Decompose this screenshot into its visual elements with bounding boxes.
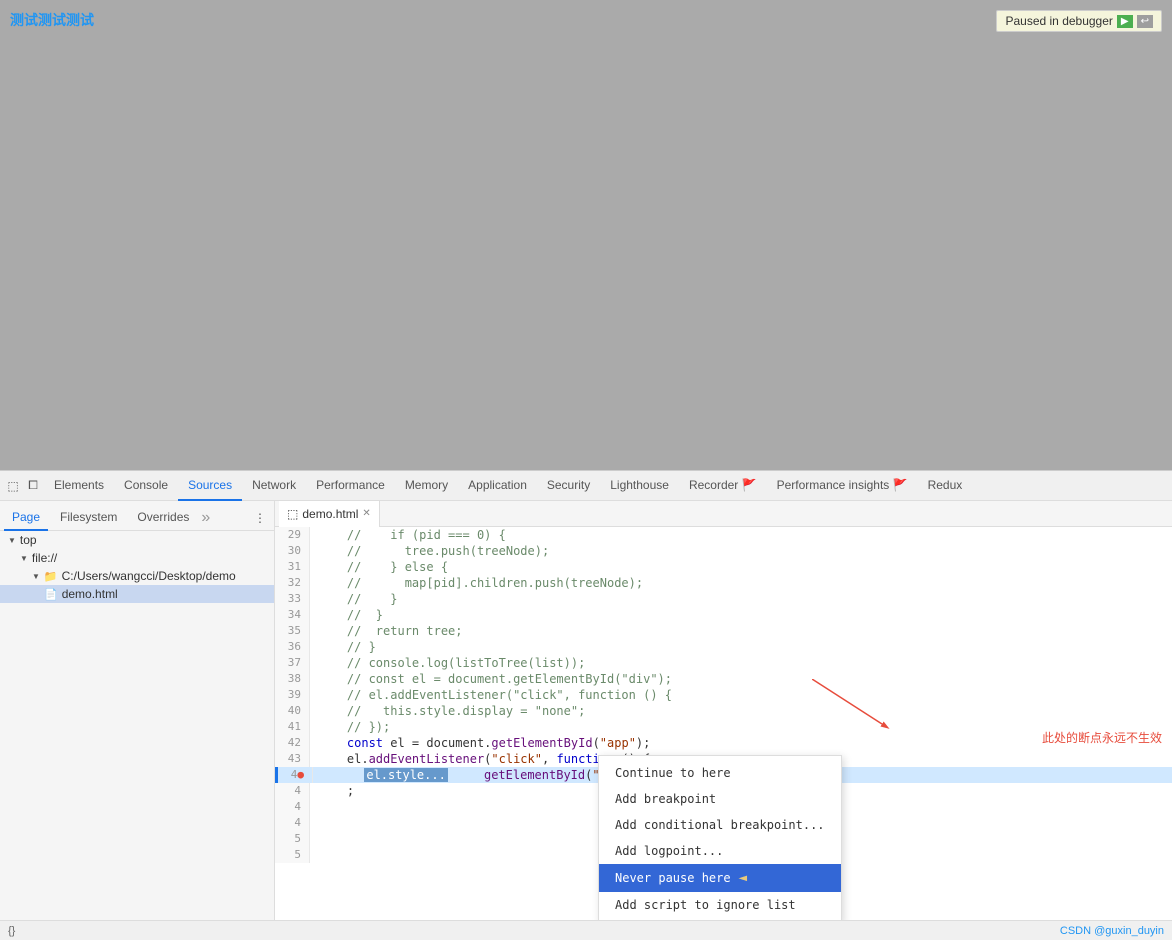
devtools-panel: ⬚ ⧠ Elements Console Sources Network Per…: [0, 470, 1172, 940]
tree-label: demo.html: [62, 587, 118, 601]
menu-add-breakpoint[interactable]: Add breakpoint: [599, 786, 841, 812]
code-line-37: 37 // console.log(listToTree(list));: [275, 655, 1172, 671]
code-line-41: 41 // });: [275, 719, 1172, 735]
devtools-main: Page Filesystem Overrides » ⋮ ▼ top ▼ fi…: [0, 501, 1172, 920]
editor-tabs: ⬚ demo.html ✕: [275, 501, 1172, 527]
tab-network[interactable]: Network: [242, 471, 306, 501]
code-line-40: 40 // this.style.display = "none";: [275, 703, 1172, 719]
editor-tab-close[interactable]: ✕: [362, 508, 370, 519]
subtab-page[interactable]: Page: [4, 505, 48, 531]
tab-security[interactable]: Security: [537, 471, 600, 501]
code-line-38: 38 // const el = document.getElementById…: [275, 671, 1172, 687]
subtab-filesystem[interactable]: Filesystem: [52, 505, 125, 531]
device-icon[interactable]: ⧠: [24, 477, 42, 495]
step-button[interactable]: ↩: [1137, 15, 1153, 28]
page-title: 测试测试测试: [10, 10, 94, 30]
context-menu: Continue to here Add breakpoint Add cond…: [598, 755, 842, 920]
menu-arrow-icon: ◄: [739, 870, 747, 886]
code-line-35: 35 // return tree;: [275, 623, 1172, 639]
code-line-31: 31 // } else {: [275, 559, 1172, 575]
tab-memory[interactable]: Memory: [395, 471, 458, 501]
arrow-icon: ▼: [8, 536, 16, 545]
menu-add-logpoint[interactable]: Add logpoint...: [599, 838, 841, 864]
tab-lighthouse[interactable]: Lighthouse: [600, 471, 679, 501]
code-line-42: 42 const el = document.getElementById("a…: [275, 735, 1172, 751]
editor-tab-demo[interactable]: ⬚ demo.html ✕: [279, 501, 380, 527]
menu-never-pause[interactable]: Never pause here ◄: [599, 864, 841, 892]
browser-page: 测试测试测试 Paused in debugger ▶ ↩: [0, 0, 1172, 470]
annotation-text: 此处的断点永远不生效: [1042, 729, 1162, 746]
left-panel: Page Filesystem Overrides » ⋮ ▼ top ▼ fi…: [0, 501, 275, 920]
code-annotation: 此处的断点永远不生效: [1042, 729, 1162, 746]
subtab-options: ⋮: [250, 509, 270, 527]
tab-performance-insights[interactable]: Performance insights 🚩: [767, 471, 918, 501]
status-right: CSDN @guxin_duyin: [1060, 925, 1164, 937]
status-bar: {} CSDN @guxin_duyin: [0, 920, 1172, 940]
file-icon: 📄: [44, 588, 58, 601]
folder-icon: 📁: [44, 570, 58, 583]
code-line-39: 39 // el.addEventListener("click", funct…: [275, 687, 1172, 703]
code-line-33: 33 // }: [275, 591, 1172, 607]
inspect-icon[interactable]: ⬚: [4, 477, 22, 495]
code-line-32: 32 // map[pid].children.push(treeNode);: [275, 575, 1172, 591]
tree-item-file[interactable]: ▼ file://: [0, 549, 274, 567]
devtools-tabs: Elements Console Sources Network Perform…: [44, 471, 1168, 501]
tab-application[interactable]: Application: [458, 471, 537, 501]
annotation-arrow: [812, 679, 892, 729]
editor-tab-label: demo.html: [302, 507, 358, 521]
tree-item-desktop-demo[interactable]: ▼ 📁 C:/Users/wangcci/Desktop/demo: [0, 567, 274, 585]
status-left: {}: [8, 925, 15, 937]
paused-banner: Paused in debugger ▶ ↩: [996, 10, 1162, 32]
tree-item-top[interactable]: ▼ top: [0, 531, 274, 549]
code-line-34: 34 // }: [275, 607, 1172, 623]
subtabs-more[interactable]: »: [201, 509, 210, 527]
menu-continue-here[interactable]: Continue to here: [599, 760, 841, 786]
tab-redux[interactable]: Redux: [918, 471, 973, 501]
more-options-icon[interactable]: ⋮: [250, 509, 270, 527]
sources-subtabs: Page Filesystem Overrides » ⋮: [0, 505, 274, 531]
resume-button[interactable]: ▶: [1117, 15, 1133, 28]
arrow-icon: ▼: [32, 572, 40, 581]
paused-label: Paused in debugger: [1005, 14, 1112, 28]
menu-add-conditional[interactable]: Add conditional breakpoint...: [599, 812, 841, 838]
code-line-30: 30 // tree.push(treeNode);: [275, 543, 1172, 559]
tree-label: top: [20, 533, 37, 547]
code-area[interactable]: 29 // if (pid === 0) { 30 // tree.push(t…: [275, 527, 1172, 920]
tab-sources[interactable]: Sources: [178, 471, 242, 501]
subtab-overrides[interactable]: Overrides: [129, 505, 197, 531]
menu-add-to-ignore[interactable]: Add script to ignore list: [599, 892, 841, 918]
tree-label: C:/Users/wangcci/Desktop/demo: [62, 569, 236, 583]
code-line-29: 29 // if (pid === 0) {: [275, 527, 1172, 543]
tab-performance[interactable]: Performance: [306, 471, 395, 501]
tab-elements[interactable]: Elements: [44, 471, 114, 501]
status-brackets: {}: [8, 925, 15, 937]
tree-label: file://: [32, 551, 57, 565]
code-line-36: 36 // }: [275, 639, 1172, 655]
arrow-icon: ▼: [20, 554, 28, 563]
tab-console[interactable]: Console: [114, 471, 178, 501]
right-panel: ⬚ demo.html ✕ 29 // if (pid === 0) { 30 …: [275, 501, 1172, 920]
tree-item-demo-html[interactable]: 📄 demo.html: [0, 585, 274, 603]
tab-recorder[interactable]: Recorder 🚩: [679, 471, 767, 501]
devtools-toolbar: ⬚ ⧠ Elements Console Sources Network Per…: [0, 471, 1172, 501]
editor-tab-icon: ⬚: [287, 507, 298, 521]
